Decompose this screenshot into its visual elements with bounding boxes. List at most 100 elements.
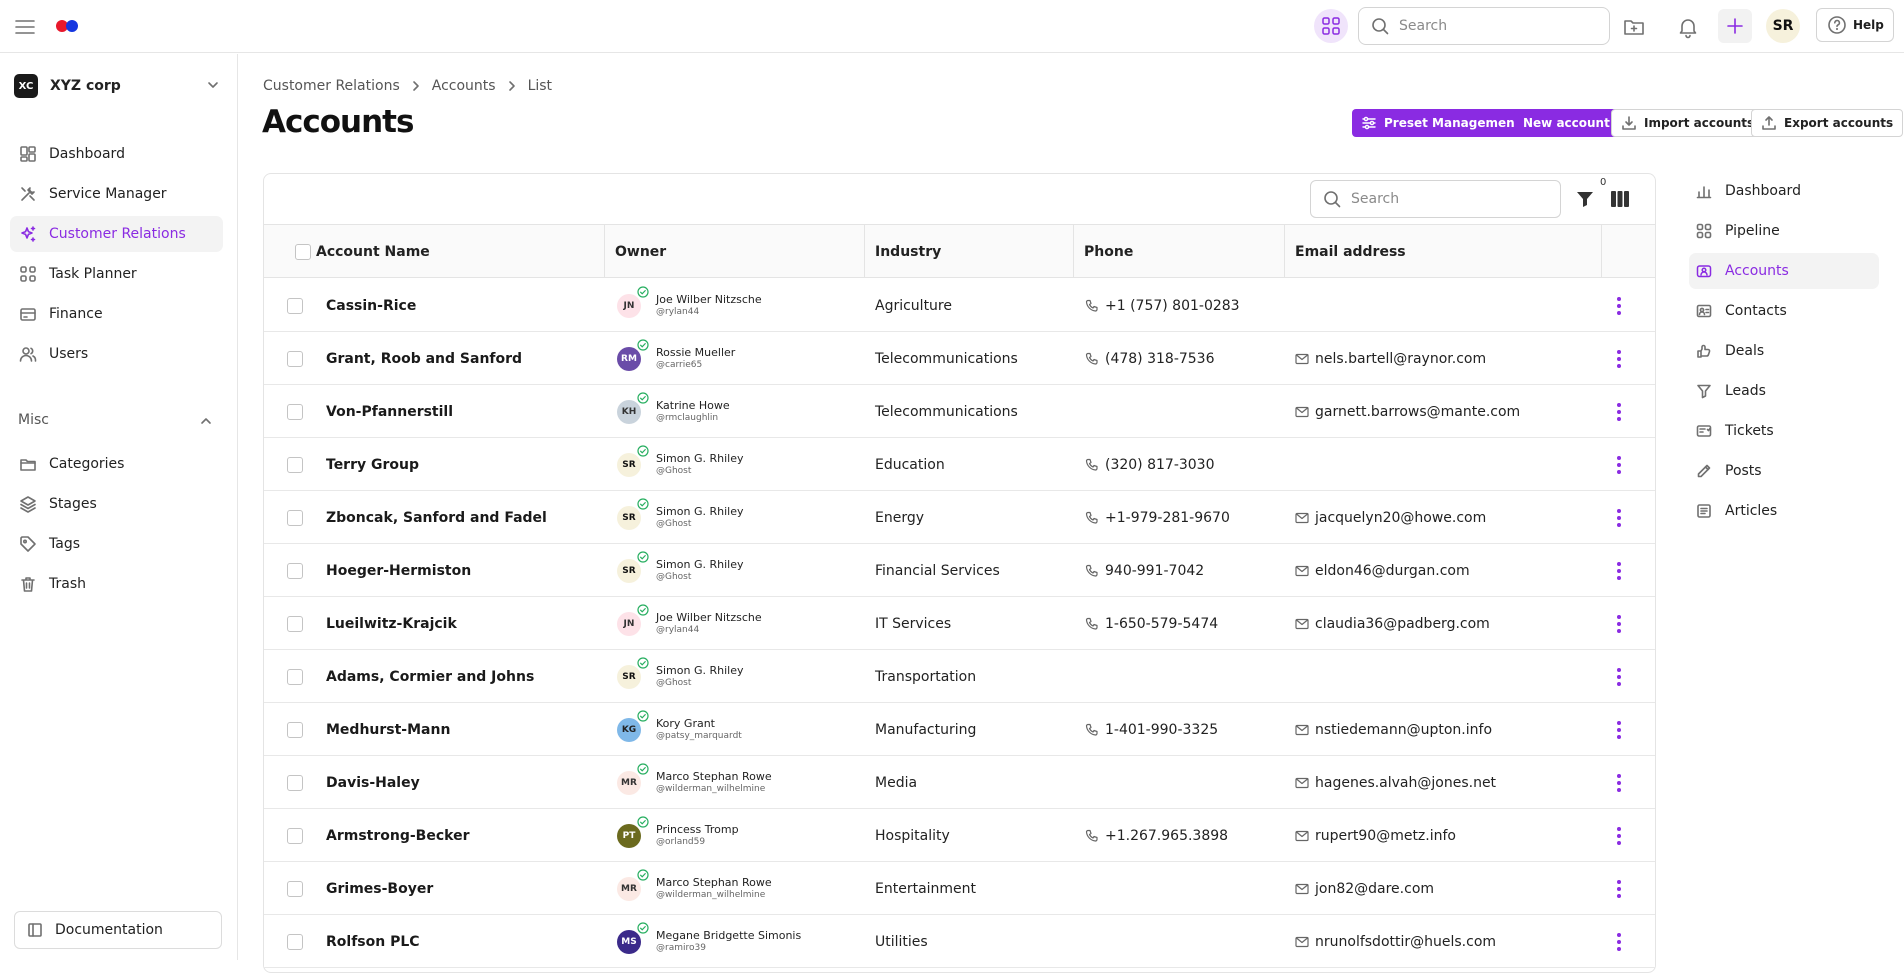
owner-avatar[interactable]: PT	[617, 815, 649, 848]
phone-value[interactable]: +1 (757) 801-0283	[1105, 298, 1240, 314]
account-name-link[interactable]: Grant, Roob and Sanford	[326, 351, 522, 367]
right-nav-leads[interactable]: Leads	[1689, 373, 1879, 409]
owner-avatar[interactable]: MR	[617, 762, 649, 795]
account-name-link[interactable]: Terry Group	[326, 457, 419, 473]
owner-avatar[interactable]: JN	[617, 285, 649, 318]
row-checkbox[interactable]	[287, 721, 303, 738]
sidebar-item-task-planner[interactable]: Task Planner	[10, 256, 223, 292]
table-row[interactable]: Medhurst-Mann KG Kory Grant @patsy_marquard…	[264, 703, 1655, 756]
account-name-link[interactable]: Davis-Haley	[326, 775, 420, 791]
sidebar-item-tags[interactable]: Tags	[10, 526, 223, 562]
account-name-link[interactable]: Zboncak, Sanford and Fadel	[326, 510, 547, 526]
sidebar-item-stages[interactable]: Stages	[10, 486, 223, 522]
sidebar-item-dashboard[interactable]: Dashboard	[10, 136, 223, 172]
table-row[interactable]: Armstrong-Becker PT Princess Tromp @orland5…	[264, 809, 1655, 862]
account-name-link[interactable]: Rolfson PLC	[326, 934, 420, 950]
help-button[interactable]: Help	[1816, 8, 1894, 42]
account-name-link[interactable]: Cassin-Rice	[326, 298, 416, 314]
table-row[interactable]: Von-Pfannerstill KH Katrine Howe @rmclaughl…	[264, 385, 1655, 438]
account-name-link[interactable]: Lueilwitz-Krajcik	[326, 616, 457, 632]
global-search-input[interactable]	[1399, 18, 1589, 34]
owner-avatar[interactable]: SR	[617, 444, 649, 477]
account-name-link[interactable]: Hoeger-Hermiston	[326, 563, 471, 579]
column-header-account-name[interactable]: Account Name	[316, 225, 605, 278]
email-value[interactable]: jacquelyn20@howe.com	[1315, 510, 1486, 526]
phone-value[interactable]: (478) 318-7536	[1105, 351, 1215, 367]
select-all-checkbox[interactable]	[294, 243, 311, 260]
row-actions-icon[interactable]	[1615, 721, 1623, 739]
table-row[interactable]: Grant, Roob and Sanford RM Rossie Mueller @…	[264, 332, 1655, 385]
email-value[interactable]: hagenes.alvah@jones.net	[1315, 775, 1496, 791]
table-row[interactable]: Cassin-Rice JN Joe Wilber Nitzsche @rylan44…	[264, 279, 1655, 332]
row-actions-icon[interactable]	[1615, 456, 1623, 474]
breadcrumb-customer-relations[interactable]: Customer Relations	[263, 78, 400, 94]
right-nav-contacts[interactable]: Contacts	[1689, 293, 1879, 329]
column-header-owner[interactable]: Owner	[605, 225, 865, 278]
phone-value[interactable]: 1-650-579-5474	[1105, 616, 1218, 632]
columns-button[interactable]	[1610, 190, 1630, 208]
sidebar-item-trash[interactable]: Trash	[10, 566, 223, 602]
email-value[interactable]: eldon46@durgan.com	[1315, 563, 1470, 579]
bell-icon[interactable]	[1676, 15, 1700, 39]
table-row[interactable]: Adams, Cormier and Johns SR Simon G. Rhile…	[264, 650, 1655, 703]
owner-avatar[interactable]: JN	[617, 603, 649, 636]
new-account-button[interactable]: New account	[1514, 109, 1619, 137]
row-checkbox[interactable]	[287, 297, 303, 314]
row-actions-icon[interactable]	[1615, 933, 1623, 951]
account-name-link[interactable]: Medhurst-Mann	[326, 722, 450, 738]
row-checkbox[interactable]	[287, 456, 303, 473]
owner-avatar[interactable]: RM	[617, 338, 649, 371]
row-actions-icon[interactable]	[1615, 774, 1623, 792]
column-header-industry[interactable]: Industry	[865, 225, 1074, 278]
sidebar-item-categories[interactable]: Categories	[10, 446, 223, 482]
table-row[interactable]: Terry Group SR Simon G. Rhiley @Ghost Educat…	[264, 438, 1655, 491]
account-name-link[interactable]: Von-Pfannerstill	[326, 404, 453, 420]
row-actions-icon[interactable]	[1615, 615, 1623, 633]
owner-avatar[interactable]: MS	[617, 921, 649, 954]
phone-value[interactable]: 1-401-990-3325	[1105, 722, 1218, 738]
owner-avatar[interactable]: KH	[617, 391, 649, 424]
row-actions-icon[interactable]	[1615, 880, 1623, 898]
table-row[interactable]: Hoeger-Hermiston SR Simon G. Rhiley @Ghost F…	[264, 544, 1655, 597]
apps-button[interactable]	[1314, 9, 1348, 43]
owner-avatar[interactable]: SR	[617, 497, 649, 530]
row-actions-icon[interactable]	[1615, 668, 1623, 686]
phone-value[interactable]: +1-979-281-9670	[1105, 510, 1230, 526]
row-checkbox[interactable]	[287, 403, 303, 420]
create-button[interactable]	[1718, 9, 1752, 43]
row-checkbox[interactable]	[287, 562, 303, 579]
row-checkbox[interactable]	[287, 933, 303, 950]
column-header-phone[interactable]: Phone	[1074, 225, 1285, 278]
row-actions-icon[interactable]	[1615, 509, 1623, 527]
row-actions-icon[interactable]	[1615, 403, 1623, 421]
phone-value[interactable]: (320) 817-3030	[1105, 457, 1215, 473]
table-row[interactable]: Rolfson PLC MS Megane Bridgette Simonis @ra…	[264, 915, 1655, 968]
row-checkbox[interactable]	[287, 509, 303, 526]
menu-icon[interactable]	[14, 16, 36, 38]
right-nav-tickets[interactable]: Tickets	[1689, 413, 1879, 449]
row-actions-icon[interactable]	[1615, 350, 1623, 368]
row-checkbox[interactable]	[287, 615, 303, 632]
row-checkbox[interactable]	[287, 827, 303, 844]
right-nav-articles[interactable]: Articles	[1689, 493, 1879, 529]
right-nav-deals[interactable]: Deals	[1689, 333, 1879, 369]
right-nav-dashboard[interactable]: Dashboard	[1689, 173, 1879, 209]
row-checkbox[interactable]	[287, 668, 303, 685]
table-search[interactable]	[1310, 180, 1561, 218]
account-name-link[interactable]: Grimes-Boyer	[326, 881, 433, 897]
right-nav-accounts[interactable]: Accounts	[1689, 253, 1879, 289]
account-name-link[interactable]: Armstrong-Becker	[326, 828, 469, 844]
column-header-email[interactable]: Email address	[1285, 225, 1602, 278]
import-accounts-button[interactable]: Import accounts	[1611, 109, 1765, 137]
table-row[interactable]: Zboncak, Sanford and Fadel SR Simon G. Rhi…	[264, 491, 1655, 544]
email-value[interactable]: garnett.barrows@mante.com	[1315, 404, 1520, 420]
email-value[interactable]: claudia36@padberg.com	[1315, 616, 1490, 632]
table-search-input[interactable]	[1351, 191, 1541, 207]
owner-avatar[interactable]: KG	[617, 709, 649, 742]
preset-management-button[interactable]: Preset Management	[1352, 109, 1530, 137]
table-row[interactable]: Lueilwitz-Krajcik JN Joe Wilber Nitzsche @r…	[264, 597, 1655, 650]
export-accounts-button[interactable]: Export accounts	[1751, 109, 1904, 137]
email-value[interactable]: nstiedemann@upton.info	[1315, 722, 1492, 738]
table-row[interactable]: Davis-Haley MR Marco Stephan Rowe @wilderma…	[264, 756, 1655, 809]
table-row[interactable]: Grimes-Boyer MR Marco Stephan Rowe @wilderm…	[264, 862, 1655, 915]
